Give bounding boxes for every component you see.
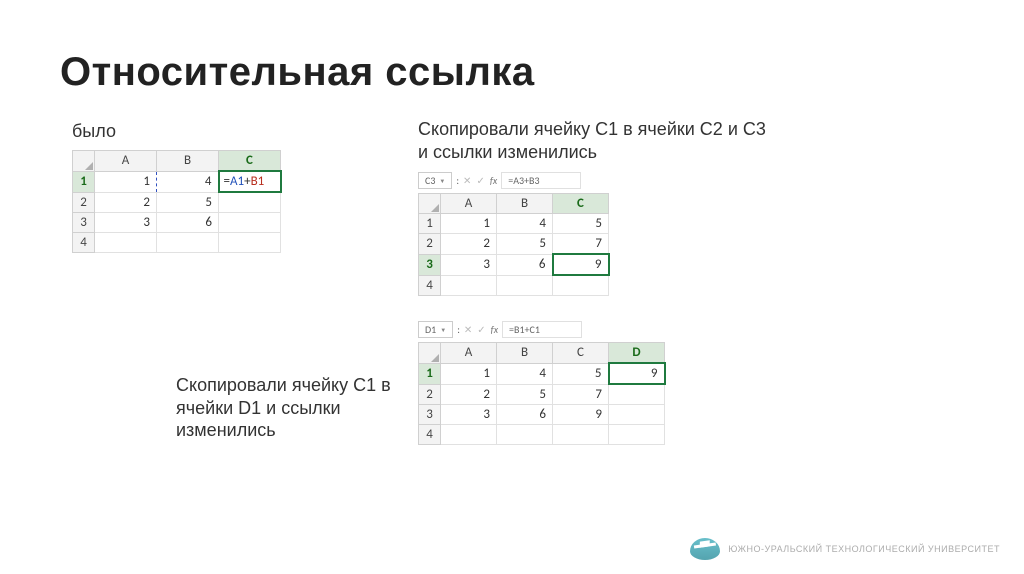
col-header-b: B [497,343,553,364]
formula-ref-a1: A1 [230,174,244,189]
name-box-value: D1 [425,323,436,336]
cell-a4 [441,424,497,444]
cell-b4 [497,424,553,444]
row-header-1: 1 [73,171,95,192]
cell-a3: 3 [441,254,497,275]
row-header-2: 2 [73,192,95,212]
col-header-b: B [157,151,219,172]
formula-text[interactable]: =A3+B3 [501,172,581,189]
cell-b3: 6 [157,212,219,232]
name-box[interactable]: D1 ▼ [418,321,453,338]
cell-c1: 5 [553,363,609,384]
sheet-example-3: D1 ▼ : ✕ ✓ fx =B1+C1 A B C D 1 1 4 [418,321,666,445]
cell-b3: 6 [497,404,553,424]
row-header-3: 3 [419,404,441,424]
cell-a4 [441,275,497,295]
cancel-icon: ✕ [463,174,471,187]
cell-d4 [609,424,665,444]
cell-b2: 5 [497,384,553,404]
cell-b4 [497,275,553,295]
sheet-example-2: C3 ▼ : ✕ ✓ fx =A3+B3 A B C 1 1 4 5 [418,172,610,296]
cell-d2 [609,384,665,404]
select-all-corner [419,194,441,214]
cell-b2: 5 [497,234,553,255]
col-header-c: C [553,194,609,214]
cell-a1: 1 [441,363,497,384]
footer-logo: ЮЖНО-УРАЛЬСКИЙ ТЕХНОЛОГИЧЕСКИЙ УНИВЕРСИТ… [690,538,1000,560]
name-box[interactable]: C3 ▼ [418,172,452,189]
cell-b3: 6 [497,254,553,275]
cell-b1: 4 [157,171,219,192]
cell-c4 [553,424,609,444]
row-header-4: 4 [419,424,441,444]
cell-c2 [219,192,281,212]
cell-b1: 4 [497,363,553,384]
fx-icon: fx [491,323,498,336]
cell-a3: 3 [441,404,497,424]
col-header-d: D [609,343,665,364]
caption-copied-d1: Скопировали ячейку С1 в ячейки D1 и ссыл… [176,374,396,442]
select-all-corner [73,151,95,172]
cell-c1-editing[interactable]: =A1+B1 [219,171,281,192]
cell-a2: 2 [441,384,497,404]
cell-a1: 1 [95,171,157,192]
cell-a2: 2 [95,192,157,212]
formula-bar: D1 ▼ : ✕ ✓ fx =B1+C1 [418,321,666,338]
col-header-c: C [553,343,609,364]
col-header-a: A [441,343,497,364]
formula-bar: C3 ▼ : ✕ ✓ fx =A3+B3 [418,172,610,189]
enter-icon: ✓ [476,174,484,187]
cell-a3: 3 [95,212,157,232]
cell-c2: 7 [553,384,609,404]
formula-ref-b1: B1 [251,174,265,189]
footer-text: ЮЖНО-УРАЛЬСКИЙ ТЕХНОЛОГИЧЕСКИЙ УНИВЕРСИТ… [728,544,1000,554]
fx-icon: fx [490,174,497,187]
select-all-corner [419,343,441,364]
row-header-3: 3 [73,212,95,232]
cell-a2: 2 [441,234,497,255]
row-header-1: 1 [419,214,441,234]
sheet-example-1: A B C 1 1 4 =A1+B1 2 2 5 3 3 6 4 [72,150,282,253]
col-header-a: A [441,194,497,214]
university-logo-icon [690,538,720,560]
cell-b4 [157,232,219,252]
cell-c1: 5 [553,214,609,234]
formula-text[interactable]: =B1+C1 [502,321,582,338]
row-header-2: 2 [419,234,441,255]
cancel-icon: ✕ [464,323,472,336]
cell-d3 [609,404,665,424]
row-header-4: 4 [419,275,441,295]
cell-c3: 9 [553,404,609,424]
row-header-1: 1 [419,363,441,384]
dropdown-icon: ▼ [440,326,446,334]
name-box-value: C3 [425,174,435,187]
row-header-4: 4 [73,232,95,252]
cell-a4 [95,232,157,252]
cell-a1: 1 [441,214,497,234]
cell-c4 [553,275,609,295]
caption-copied-c2c3: Скопировали ячейку С1 в ячейки С2 и С3 и… [418,118,778,163]
caption-was: было [72,120,116,143]
dropdown-icon: ▼ [439,177,445,185]
enter-icon: ✓ [477,323,485,336]
cell-b1: 4 [497,214,553,234]
col-header-a: A [95,151,157,172]
cell-b2: 5 [157,192,219,212]
cell-d1-selected[interactable]: 9 [609,363,665,384]
cell-c4 [219,232,281,252]
cell-c3-selected[interactable]: 9 [553,254,609,275]
cell-c2: 7 [553,234,609,255]
row-header-3: 3 [419,254,441,275]
cell-c3 [219,212,281,232]
row-header-2: 2 [419,384,441,404]
col-header-b: B [497,194,553,214]
col-header-c: C [219,151,281,172]
slide-title: Относительная ссылка [60,50,964,95]
